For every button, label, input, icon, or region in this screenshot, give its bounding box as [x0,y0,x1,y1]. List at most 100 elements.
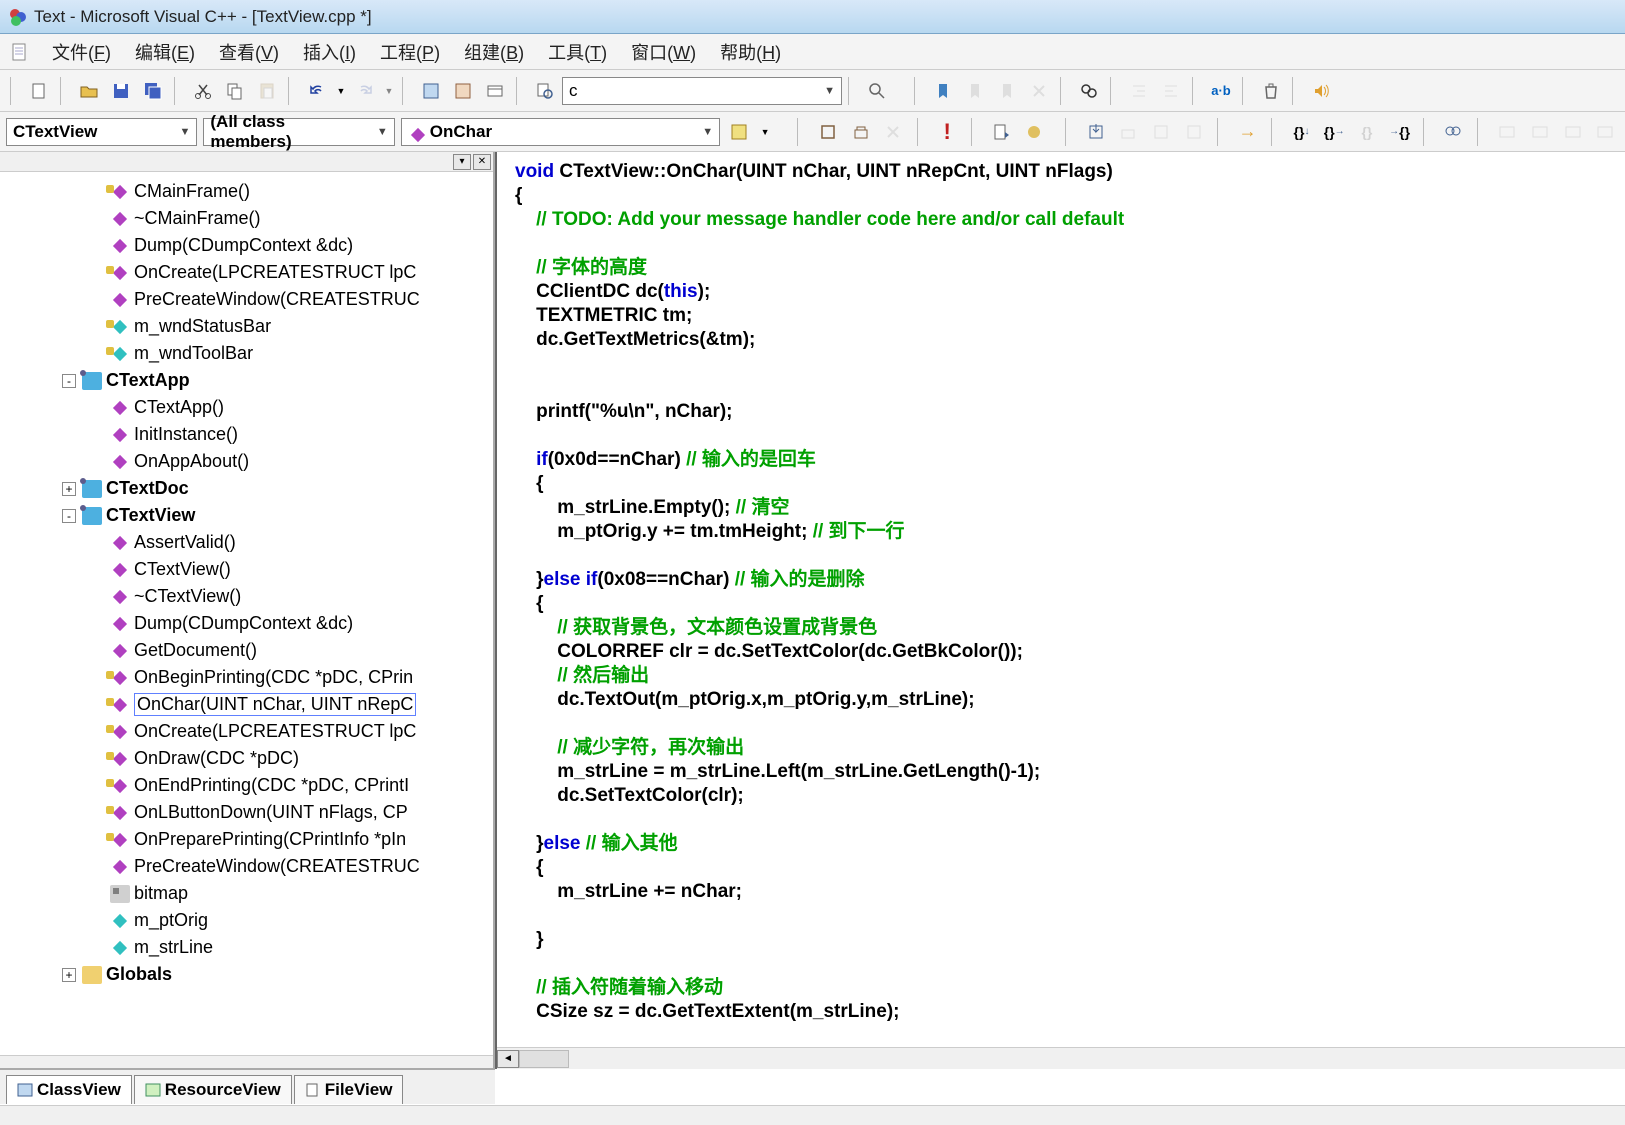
editor-hscroll[interactable]: ◄ [497,1047,1625,1069]
tree-item[interactable]: -CTextView [6,502,493,529]
registers-button[interactable] [1559,117,1586,147]
bookmark-clear-button[interactable] [1024,76,1054,106]
expand-toggle[interactable]: - [62,509,76,523]
bookmark-prev-button[interactable] [992,76,1022,106]
indent-button[interactable] [1124,76,1154,106]
tree-item[interactable]: bitmap [6,880,493,907]
step-out-button[interactable] [1148,117,1175,147]
tree-item[interactable]: PreCreateWindow(CREATESTRUC [6,286,493,313]
workspace-button[interactable] [416,76,446,106]
menu-h[interactable]: 帮助(H) [708,35,793,69]
undo-button[interactable] [302,76,332,106]
watch-button[interactable] [1494,117,1521,147]
tree-item[interactable]: OnEndPrinting(CDC *pDC, CPrintI [6,772,493,799]
tree-item[interactable]: OnAppAbout() [6,448,493,475]
undo-dropdown[interactable]: ▼ [334,76,348,106]
wizard-dropdown[interactable]: ▼ [759,117,772,147]
scroll-thumb[interactable] [519,1050,569,1068]
tree-item[interactable]: +Globals [6,961,493,988]
tree-hscroll[interactable] [0,1055,493,1069]
menu-p[interactable]: 工程(P) [368,35,452,69]
expand-toggle[interactable]: + [62,968,76,982]
menu-b[interactable]: 组建(B) [452,35,536,69]
find-button[interactable] [862,76,892,106]
tree-item[interactable]: m_wndStatusBar [6,313,493,340]
tree-item[interactable]: m_strLine [6,934,493,961]
tree-item[interactable]: m_wndToolBar [6,340,493,367]
tree-item[interactable]: Dump(CDumpContext &dc) [6,610,493,637]
window-list-button[interactable] [480,76,510,106]
delete-button[interactable] [1256,76,1286,106]
execute-button[interactable]: ! [934,117,961,147]
scroll-left-button[interactable]: ◄ [497,1050,519,1068]
save-all-button[interactable] [138,76,168,106]
pane-close-button[interactable]: ✕ [473,154,491,170]
tree-item[interactable]: InitInstance() [6,421,493,448]
menu-v[interactable]: 查看(V) [207,35,291,69]
insert-breakpoint-button[interactable] [1020,117,1047,147]
new-file-button[interactable] [24,76,54,106]
complete-word-button[interactable]: a·b [1206,76,1236,106]
class-tree[interactable]: CMainFrame()~CMainFrame()Dump(CDumpConte… [0,172,493,1055]
menu-f[interactable]: 文件(F) [40,35,123,69]
run-to-cursor-button[interactable] [1180,117,1207,147]
save-button[interactable] [106,76,136,106]
tab-classview[interactable]: ClassView [6,1075,132,1104]
unindent-button[interactable] [1156,76,1186,106]
tab-resourceview[interactable]: ResourceView [134,1075,292,1104]
memory-button[interactable] [1592,117,1619,147]
build-build-button[interactable] [847,117,874,147]
redo-button[interactable] [350,76,380,106]
tree-item[interactable]: -CTextApp [6,367,493,394]
expand-toggle[interactable]: - [62,374,76,388]
tree-item[interactable]: m_ptOrig [6,907,493,934]
wizard-action-button[interactable] [726,117,753,147]
go-button[interactable] [988,117,1015,147]
tree-item[interactable]: OnChar(UINT nChar, UINT nRepC [6,691,493,718]
brace-step-into-button[interactable]: {}↓ [1288,117,1315,147]
tree-item[interactable]: OnCreate(LPCREATESTRUCT lpC [6,718,493,745]
expand-toggle[interactable]: + [62,482,76,496]
tree-item[interactable]: OnDraw(CDC *pDC) [6,745,493,772]
output-button[interactable] [448,76,478,106]
tree-item[interactable]: CTextView() [6,556,493,583]
go-arrow-button[interactable]: → [1234,117,1261,147]
variables-button[interactable] [1527,117,1554,147]
find-combo[interactable]: c ▼ [562,77,842,105]
tree-item[interactable]: OnPreparePrinting(CPrintInfo *pIn [6,826,493,853]
tree-item[interactable]: ~CTextView() [6,583,493,610]
tree-item[interactable]: PreCreateWindow(CREATESTRUC [6,853,493,880]
brace-step-out-button[interactable]: {} [1354,117,1381,147]
tree-item[interactable]: AssertValid() [6,529,493,556]
find-in-files-button[interactable] [530,76,560,106]
tree-item[interactable]: ~CMainFrame() [6,205,493,232]
build-stop-button[interactable] [880,117,907,147]
sound-button[interactable] [1306,76,1336,106]
bookmark-next-button[interactable] [960,76,990,106]
build-compile-button[interactable] [815,117,842,147]
open-button[interactable] [74,76,104,106]
tree-item[interactable]: Dump(CDumpContext &dc) [6,232,493,259]
tree-item[interactable]: OnCreate(LPCREATESTRUCT lpC [6,259,493,286]
tab-fileview[interactable]: FileView [294,1075,404,1104]
menu-i[interactable]: 插入(I) [291,35,368,69]
cut-button[interactable] [188,76,218,106]
tree-item[interactable]: CTextApp() [6,394,493,421]
tree-item[interactable]: OnBeginPrinting(CDC *pDC, CPrin [6,664,493,691]
menu-w[interactable]: 窗口(W) [619,35,708,69]
redo-dropdown[interactable]: ▼ [382,76,396,106]
tree-item[interactable]: GetDocument() [6,637,493,664]
paste-button[interactable] [252,76,282,106]
brace-step-over-button[interactable]: {}→ [1321,117,1348,147]
function-combo[interactable]: OnChar▼ [401,118,720,146]
class-combo[interactable]: CTextView▼ [6,118,197,146]
menu-e[interactable]: 编辑(E) [123,35,207,69]
bookmark-toggle-button[interactable] [928,76,958,106]
run-to-brace-button[interactable]: →{} [1386,117,1413,147]
pane-menu-button[interactable]: ▾ [453,154,471,170]
members-combo[interactable]: (All class members)▼ [203,118,394,146]
code-editor[interactable]: void CTextView::OnChar(UINT nChar, UINT … [497,152,1625,1047]
tree-item[interactable]: OnLButtonDown(UINT nFlags, CP [6,799,493,826]
menu-t[interactable]: 工具(T) [536,35,619,69]
find-next-button[interactable] [1074,76,1104,106]
